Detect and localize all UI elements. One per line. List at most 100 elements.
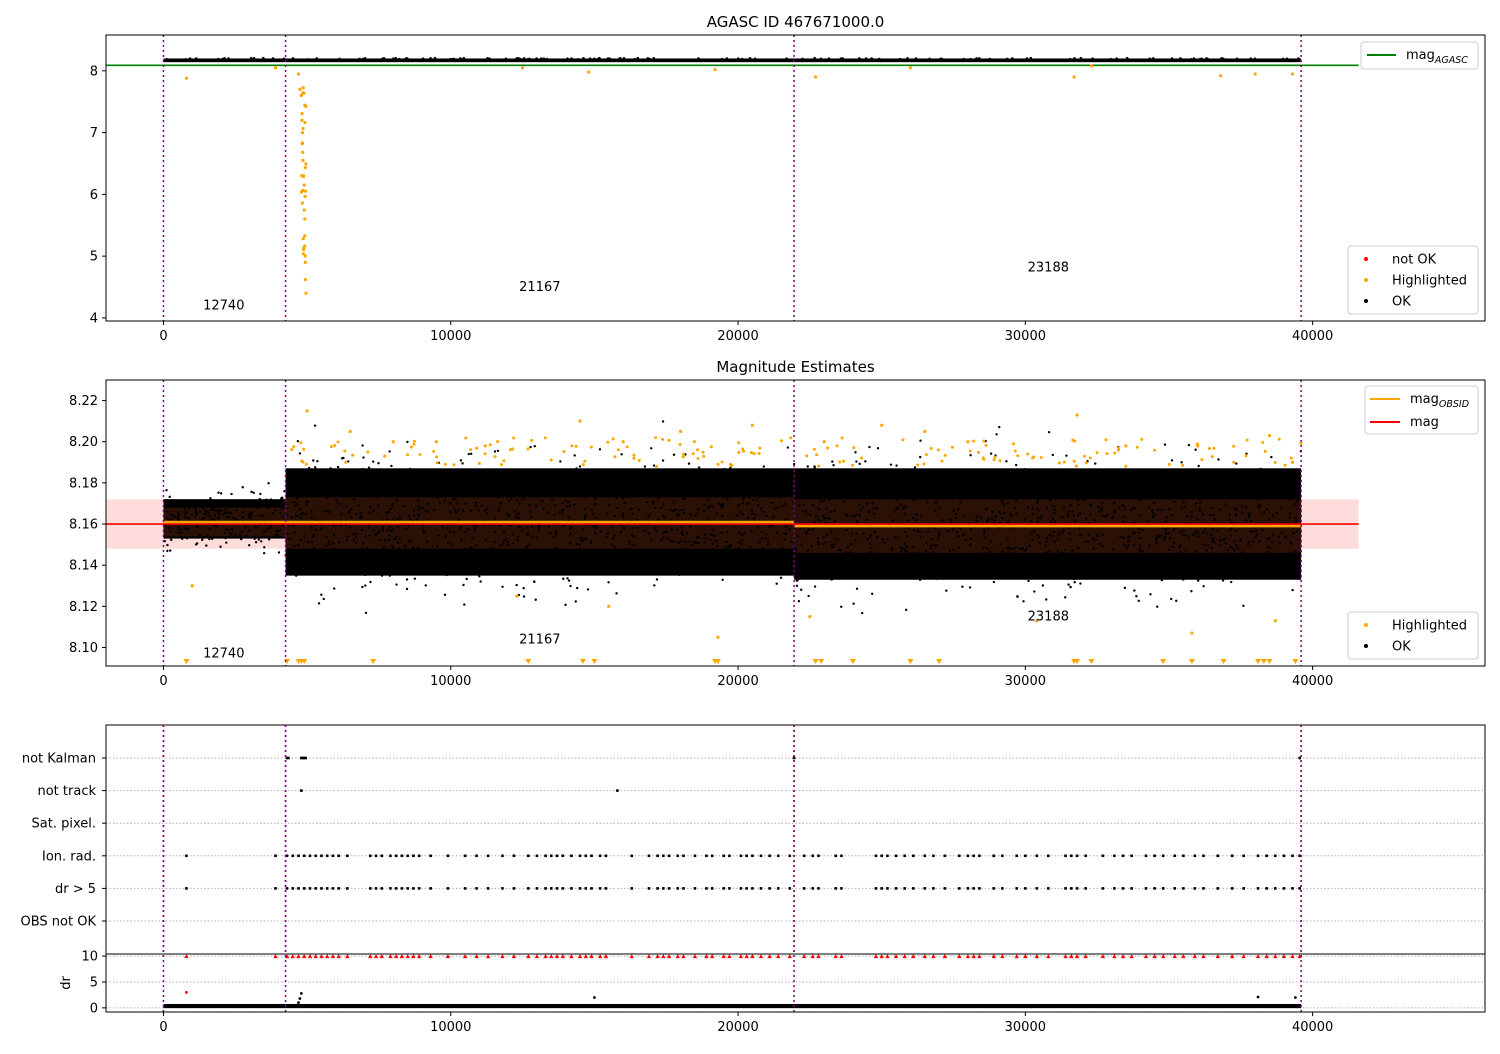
ok-point xyxy=(209,501,212,505)
ok-point xyxy=(506,495,509,499)
ok-point xyxy=(751,512,754,515)
flag-point xyxy=(380,887,384,890)
highlighted-point xyxy=(302,208,306,212)
flag-point xyxy=(578,854,582,858)
ok-point xyxy=(228,515,231,519)
ok-point xyxy=(643,529,647,533)
ok-point xyxy=(1292,558,1296,561)
ok-point xyxy=(870,57,874,61)
ok-point xyxy=(564,499,567,502)
ok-point xyxy=(1089,513,1092,516)
ok-point xyxy=(1057,534,1060,537)
ok-point xyxy=(329,568,332,571)
ok-point xyxy=(876,536,879,539)
ok-point xyxy=(795,471,798,475)
ok-point xyxy=(343,486,346,489)
highlighted-point xyxy=(922,462,926,466)
ok-point xyxy=(1091,537,1095,541)
ok-point xyxy=(784,525,788,528)
ok-point xyxy=(949,518,952,521)
ok-point xyxy=(1297,476,1300,479)
flag-point xyxy=(1193,854,1197,858)
ok-point xyxy=(1233,485,1237,488)
flag-point xyxy=(1144,854,1148,858)
ok-point xyxy=(296,486,299,489)
ok-point xyxy=(534,486,538,489)
ok-point xyxy=(1074,519,1077,523)
ok-point xyxy=(631,549,634,553)
ok-point xyxy=(870,546,873,550)
flag-point xyxy=(676,887,680,890)
ok-point xyxy=(259,492,262,496)
flag-point xyxy=(400,887,404,890)
ok-point xyxy=(495,487,498,490)
ok-point xyxy=(545,57,549,61)
ok-point xyxy=(1014,463,1018,467)
ok-point xyxy=(741,501,745,505)
flag-point xyxy=(1273,854,1277,858)
ok-point xyxy=(235,518,238,521)
ok-point xyxy=(1222,538,1226,542)
ok-point xyxy=(340,513,343,516)
ok-point xyxy=(1175,599,1178,603)
ok-point xyxy=(721,514,724,517)
ok-point xyxy=(271,512,274,515)
ok-point xyxy=(834,537,837,540)
ok-point xyxy=(339,475,342,479)
ok-point xyxy=(1024,549,1027,552)
ok-point xyxy=(832,483,835,486)
ok-point xyxy=(1182,533,1185,537)
highlighted-point xyxy=(300,118,304,122)
ok-point xyxy=(1167,508,1171,511)
ok-point xyxy=(302,565,306,568)
ok-point xyxy=(757,504,760,507)
ok-point xyxy=(188,57,192,60)
ok-point xyxy=(254,526,258,529)
ok-point xyxy=(270,504,274,507)
ok-point xyxy=(1199,501,1202,504)
ok-point xyxy=(819,57,823,61)
flag-row-label: not Kalman xyxy=(22,752,96,767)
ok-point xyxy=(294,504,297,508)
ok-point xyxy=(561,508,565,512)
highlighted-point xyxy=(750,423,755,427)
ok-point xyxy=(792,462,796,466)
ok-point xyxy=(982,546,985,549)
ok-point xyxy=(1255,533,1259,536)
ok-point xyxy=(1201,513,1205,516)
highlighted-point xyxy=(625,445,629,449)
flag-point xyxy=(302,854,306,858)
ok-point xyxy=(934,527,937,530)
ok-point xyxy=(946,529,949,533)
ok-point xyxy=(610,481,614,485)
ok-point xyxy=(677,479,680,482)
ok-point xyxy=(1138,536,1141,540)
flag-point xyxy=(705,854,708,858)
legend-label: not OK xyxy=(1392,253,1437,268)
highlighted-point xyxy=(530,438,534,442)
x-tick-label: 20000 xyxy=(717,674,758,689)
ok-point xyxy=(424,509,427,512)
flag-point xyxy=(693,854,697,858)
ok-point xyxy=(721,566,724,570)
y-tick-label: 8.16 xyxy=(69,518,98,533)
ok-point xyxy=(448,502,451,505)
flag-point xyxy=(1298,756,1301,760)
flag-point xyxy=(1113,887,1116,890)
ok-point xyxy=(1072,577,1075,581)
ok-point xyxy=(801,57,804,61)
flag-point xyxy=(369,854,372,858)
ok-point xyxy=(336,465,340,469)
flag-point xyxy=(1015,854,1019,858)
ok-point xyxy=(286,572,290,575)
ok-point xyxy=(248,544,251,547)
ok-point xyxy=(174,500,177,503)
x-tick-label: 0 xyxy=(159,1020,167,1035)
ok-point xyxy=(887,476,891,479)
ok-point xyxy=(579,537,583,540)
ok-point xyxy=(1163,574,1167,577)
ok-point xyxy=(177,527,181,531)
ok-point xyxy=(868,445,871,449)
ok-point xyxy=(821,559,824,562)
ok-point xyxy=(742,495,746,498)
